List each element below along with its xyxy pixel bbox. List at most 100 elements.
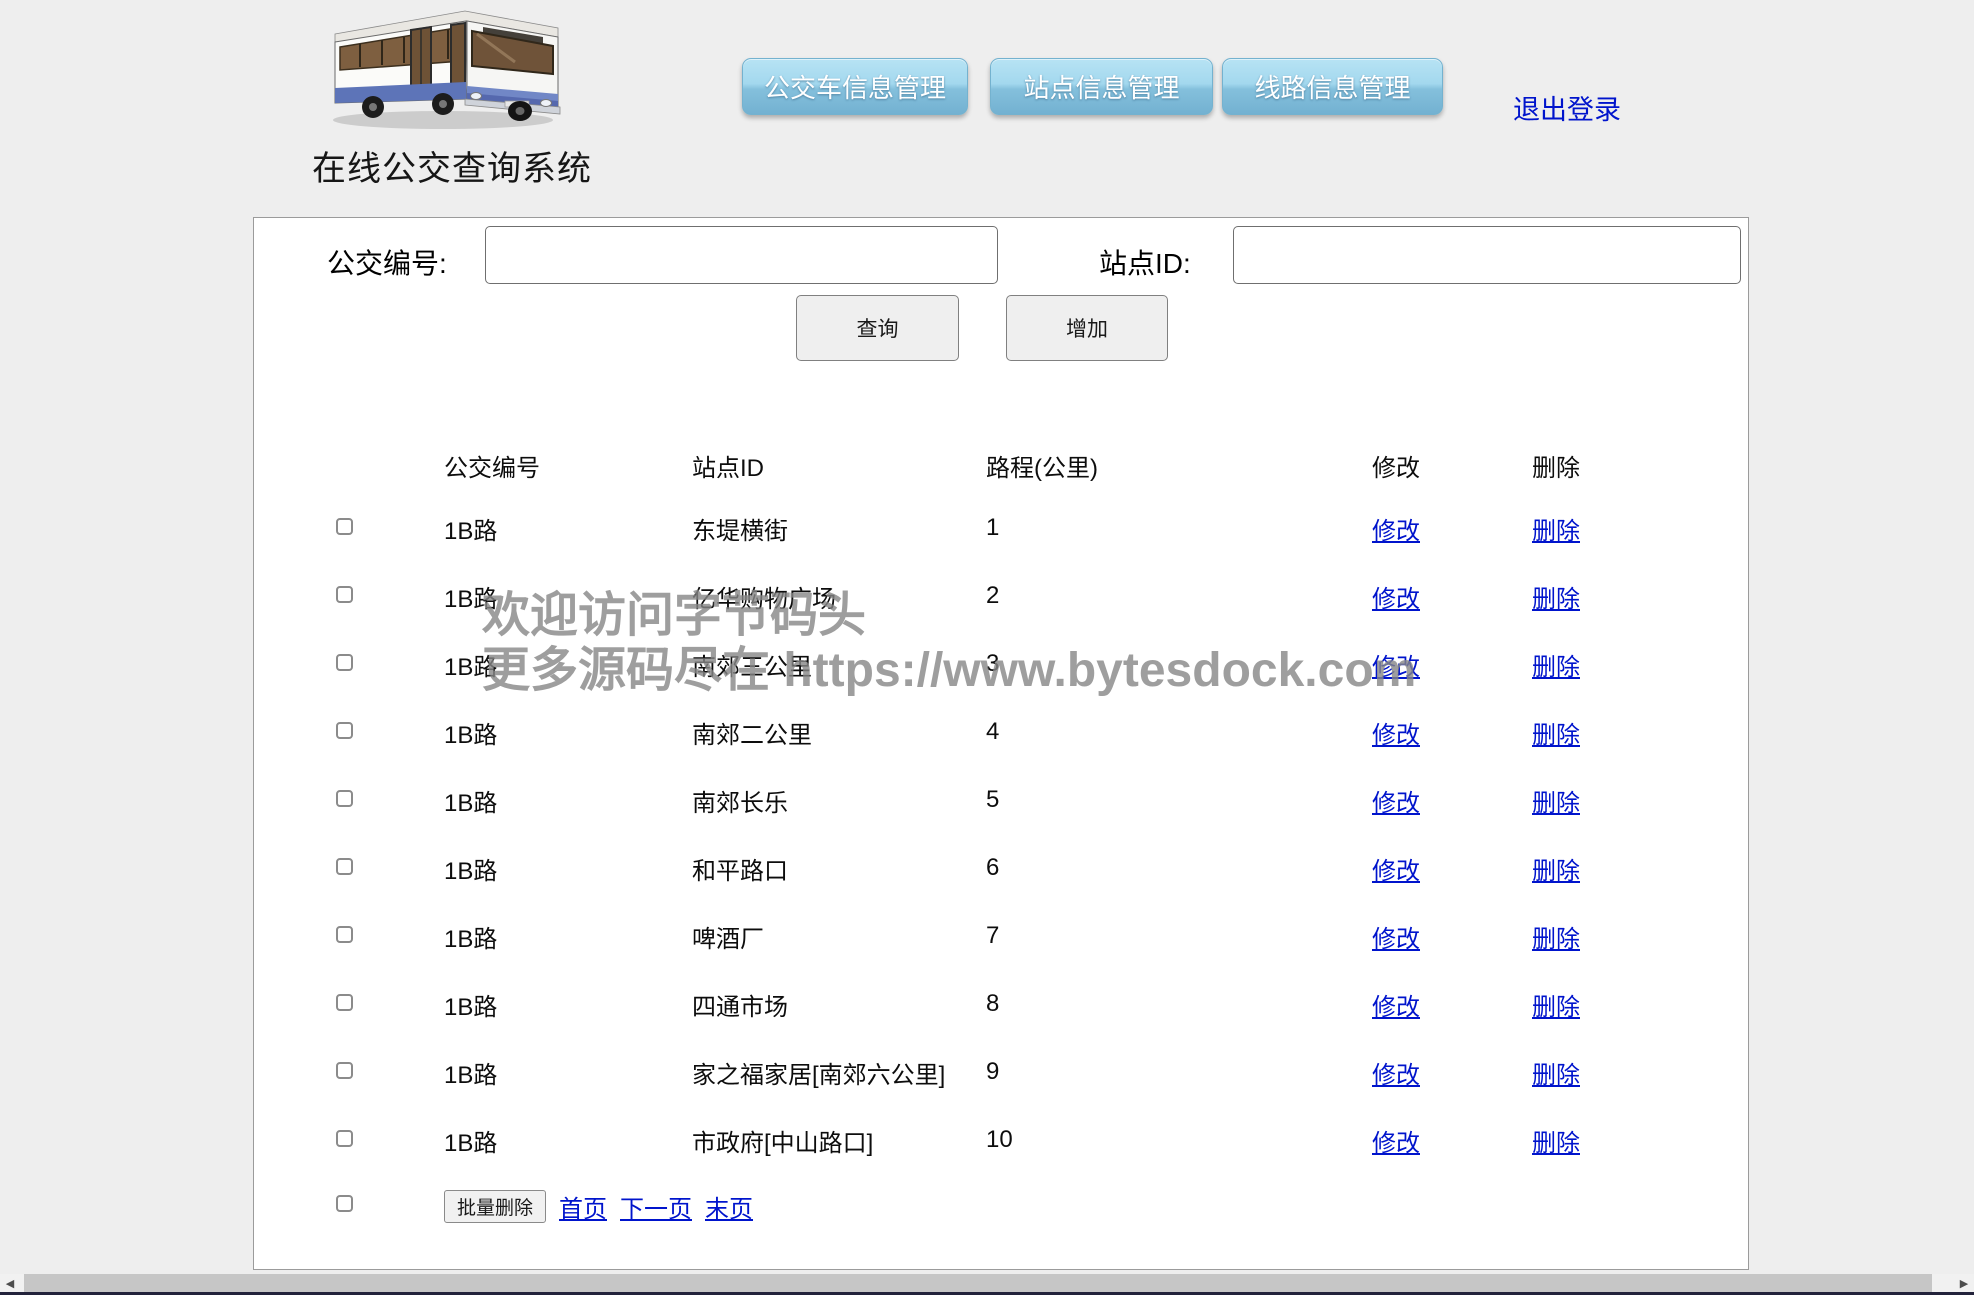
modify-link[interactable]: 修改 [1372,722,1420,749]
delete-link[interactable]: 删除 [1532,722,1580,749]
modify-link[interactable]: 修改 [1372,1130,1420,1157]
modify-link[interactable]: 修改 [1372,790,1420,817]
table-row: 1B路 南郊三公里 3 修改 删除 [336,630,1748,698]
table-row: 1B路 市政府[中山路口] 10 修改 删除 [336,1106,1748,1174]
cell-distance: 9 [986,1058,1372,1086]
row-checkbox[interactable] [336,518,353,535]
delete-link[interactable]: 删除 [1532,654,1580,681]
row-checkbox[interactable] [336,722,353,739]
bus-query-system-page: 在线公交查询系统 公交车信息管理 站点信息管理 线路信息管理 退出登录 公交编号… [0,0,1974,1295]
nav-bus-info-button[interactable]: 公交车信息管理 [742,58,968,115]
scroll-right-button[interactable]: ▶ [1954,1274,1974,1292]
delete-link[interactable]: 删除 [1532,858,1580,885]
next-page-link[interactable]: 下一页 [620,1189,692,1224]
table-row: 1B路 南郊长乐 5 修改 删除 [336,766,1748,834]
add-button[interactable]: 增加 [1006,295,1168,361]
table-row: 1B路 东堤横街 1 修改 删除 [336,494,1748,562]
last-page-link[interactable]: 末页 [705,1189,753,1224]
bus-no-input[interactable] [485,226,998,284]
cell-distance: 3 [986,650,1372,678]
station-id-label: 站点ID: [1099,242,1191,282]
row-checkbox[interactable] [336,994,353,1011]
query-button[interactable]: 查询 [796,295,959,361]
row-checkbox[interactable] [336,1130,353,1147]
modify-link[interactable]: 修改 [1372,586,1420,613]
bus-logo-icon [315,4,570,132]
cell-bus-no: 1B路 [444,647,692,682]
select-all-checkbox[interactable] [336,1195,353,1212]
cell-station-id: 东堤横街 [692,511,986,546]
row-checkbox[interactable] [336,858,353,875]
nav-station-info-button[interactable]: 站点信息管理 [990,58,1213,115]
scrollbar-thumb[interactable] [24,1274,1932,1292]
delete-link[interactable]: 删除 [1532,1130,1580,1157]
header-station-id: 站点ID [692,448,986,483]
cell-bus-no: 1B路 [444,783,692,818]
table-row: 1B路 和平路口 6 修改 删除 [336,834,1748,902]
cell-station-id: 和平路口 [692,851,986,886]
cell-bus-no: 1B路 [444,987,692,1022]
row-checkbox[interactable] [336,926,353,943]
delete-link[interactable]: 删除 [1532,790,1580,817]
header-distance: 路程(公里) [986,448,1372,483]
header-modify: 修改 [1372,448,1532,483]
cell-distance: 10 [986,1126,1372,1154]
table-row: 1B路 家之福家居[南郊六公里] 9 修改 删除 [336,1038,1748,1106]
modify-link[interactable]: 修改 [1372,858,1420,885]
cell-station-id: 亿华购物广场 [692,579,986,614]
cell-bus-no: 1B路 [444,1055,692,1090]
routes-table: 公交编号 站点ID 路程(公里) 修改 删除 1B路 东堤横街 1 修改 删除 … [254,436,1748,1238]
cell-station-id: 南郊长乐 [692,783,986,818]
cell-station-id: 四通市场 [692,987,986,1022]
scroll-left-button[interactable]: ◀ [0,1274,20,1292]
cell-distance: 6 [986,854,1372,882]
table-row: 1B路 四通市场 8 修改 删除 [336,970,1748,1038]
table-row: 1B路 亿华购物广场 2 修改 删除 [336,562,1748,630]
cell-bus-no: 1B路 [444,579,692,614]
cell-distance: 5 [986,786,1372,814]
row-checkbox[interactable] [336,790,353,807]
pagination-row: 批量删除 首页 下一页 末页 [336,1174,1748,1238]
first-page-link[interactable]: 首页 [559,1189,607,1224]
station-id-input[interactable] [1233,226,1741,284]
delete-link[interactable]: 删除 [1532,926,1580,953]
delete-link[interactable]: 删除 [1532,518,1580,545]
batch-delete-button[interactable]: 批量删除 [444,1190,546,1223]
table-header-row: 公交编号 站点ID 路程(公里) 修改 删除 [336,436,1748,494]
cell-bus-no: 1B路 [444,715,692,750]
cell-station-id: 啤酒厂 [692,919,986,954]
cell-bus-no: 1B路 [444,1123,692,1158]
nav-route-info-button[interactable]: 线路信息管理 [1222,58,1443,115]
cell-bus-no: 1B路 [444,511,692,546]
content-panel: 公交编号: 站点ID: 查询 增加 公交编号 站点ID 路程(公里) 修改 删除… [253,217,1749,1270]
modify-link[interactable]: 修改 [1372,654,1420,681]
modify-link[interactable]: 修改 [1372,1062,1420,1089]
header-bus-no: 公交编号 [444,448,692,483]
logout-link[interactable]: 退出登录 [1513,88,1621,127]
cell-station-id: 南郊三公里 [692,647,986,682]
delete-link[interactable]: 删除 [1532,1062,1580,1089]
delete-link[interactable]: 删除 [1532,586,1580,613]
cell-bus-no: 1B路 [444,919,692,954]
row-checkbox[interactable] [336,586,353,603]
modify-link[interactable]: 修改 [1372,926,1420,953]
cell-distance: 8 [986,990,1372,1018]
cell-distance: 2 [986,582,1372,610]
cell-distance: 7 [986,922,1372,950]
modify-link[interactable]: 修改 [1372,518,1420,545]
header-delete: 删除 [1532,448,1748,483]
table-row: 1B路 啤酒厂 7 修改 删除 [336,902,1748,970]
page-title: 在线公交查询系统 [312,141,592,190]
cell-bus-no: 1B路 [444,851,692,886]
delete-link[interactable]: 删除 [1532,994,1580,1021]
cell-station-id: 南郊二公里 [692,715,986,750]
cell-station-id: 家之福家居[南郊六公里] [692,1055,986,1090]
row-checkbox[interactable] [336,654,353,671]
table-row: 1B路 南郊二公里 4 修改 删除 [336,698,1748,766]
table-body: 1B路 东堤横街 1 修改 删除 1B路 亿华购物广场 2 修改 删除 1B路 … [254,494,1748,1174]
cell-distance: 1 [986,514,1372,542]
modify-link[interactable]: 修改 [1372,994,1420,1021]
bus-no-label: 公交编号: [327,242,447,282]
cell-station-id: 市政府[中山路口] [692,1123,986,1158]
row-checkbox[interactable] [336,1062,353,1079]
